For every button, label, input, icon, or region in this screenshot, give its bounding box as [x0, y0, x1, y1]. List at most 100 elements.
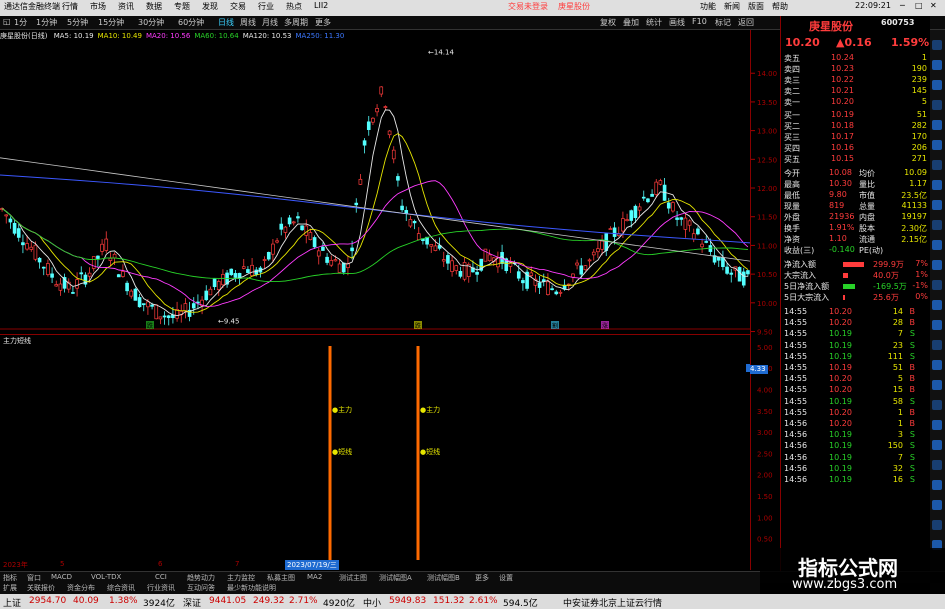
indicator-tab-3[interactable]: VOL-TDX: [91, 573, 121, 581]
menu-3[interactable]: 数据: [146, 1, 162, 12]
indicator-tab-1[interactable]: 窗口: [27, 573, 41, 583]
sidebar-tool-icon[interactable]: [932, 360, 942, 370]
indicator-tab-13[interactable]: 设置: [499, 573, 513, 583]
period-6[interactable]: 日线: [218, 17, 234, 28]
tool-3[interactable]: 画线: [669, 17, 685, 28]
info-tab-4[interactable]: 行业资讯: [147, 583, 175, 593]
menu-6[interactable]: 交易: [230, 1, 246, 12]
right-menu-0[interactable]: 功能: [700, 1, 716, 12]
sidebar-tool-icon[interactable]: [932, 100, 942, 110]
indicator-tab-0[interactable]: 指标: [3, 573, 17, 583]
stock-link[interactable]: 庚星股份: [558, 1, 590, 12]
period-3[interactable]: 15分钟: [98, 17, 124, 28]
indicator-tab-2[interactable]: MACD: [51, 573, 72, 581]
sidebar-tool-icon[interactable]: [932, 520, 942, 530]
menu-5[interactable]: 发现: [202, 1, 218, 12]
sidebar-tool-icon[interactable]: [932, 320, 942, 330]
sidebar-tool-icon[interactable]: [932, 480, 942, 490]
sidebar-tool-icon[interactable]: [932, 420, 942, 430]
indicator-tab-10[interactable]: 测试幅图A: [379, 573, 412, 583]
menu-0[interactable]: 行情: [62, 1, 78, 12]
info-tab-2[interactable]: 资金分布: [67, 583, 95, 593]
sub-indicator-panel[interactable]: 主力短线 ●主力 ●短线 ●主力 ●短线: [0, 334, 750, 560]
index-label[interactable]: 中小: [363, 596, 381, 609]
sidebar-tool-icon[interactable]: [932, 200, 942, 210]
menu-9[interactable]: LII2: [314, 1, 328, 10]
menu-1[interactable]: 市场: [90, 1, 106, 12]
indicator-tab-4[interactable]: CCI: [155, 573, 167, 581]
period-2[interactable]: 5分钟: [67, 17, 88, 28]
tool-6[interactable]: 返回: [738, 17, 754, 28]
kline-chart[interactable]: ←14.14 ←9.45 跌 跌 割 涨: [0, 43, 750, 330]
tool-1[interactable]: 叠加: [623, 17, 639, 28]
bid-row[interactable]: 买二 10.18 282: [781, 121, 931, 132]
bid-row[interactable]: 买四 10.16 206: [781, 143, 931, 154]
sidebar-tool-icon[interactable]: [932, 120, 942, 130]
indicator-tab-8[interactable]: MA2: [307, 573, 322, 581]
period-0[interactable]: 1分: [14, 17, 27, 28]
trade-login-link[interactable]: 交易未登录: [508, 1, 548, 12]
bid-row[interactable]: 买三 10.17 170: [781, 132, 931, 143]
info-tab-3[interactable]: 综合资讯: [107, 583, 135, 593]
sidebar-tool-icon[interactable]: [932, 500, 942, 510]
sidebar-tool-icon[interactable]: [932, 80, 942, 90]
sidebar-tool-icon[interactable]: [932, 220, 942, 230]
tool-0[interactable]: 复权: [600, 17, 616, 28]
sidebar-tool-icon[interactable]: [932, 300, 942, 310]
tool-5[interactable]: 标记: [715, 17, 731, 28]
menu-2[interactable]: 资讯: [118, 1, 134, 12]
sidebar-tool-icon[interactable]: [932, 40, 942, 50]
menu-7[interactable]: 行业: [258, 1, 274, 12]
info-tab-1[interactable]: 关联报价: [27, 583, 55, 593]
toolbar-back-icon[interactable]: ◱: [3, 17, 11, 26]
period-9[interactable]: 多周期: [284, 17, 308, 28]
ask-row[interactable]: 卖三 10.22 239: [781, 75, 931, 86]
indicator-tab-5[interactable]: 趋势动力: [187, 573, 215, 583]
sidebar-tool-icon[interactable]: [932, 340, 942, 350]
period-10[interactable]: 更多: [315, 17, 331, 28]
period-8[interactable]: 月线: [262, 17, 278, 28]
sidebar-tool-icon[interactable]: [932, 280, 942, 290]
right-menu-2[interactable]: 版面: [748, 1, 764, 12]
ask-row[interactable]: 卖二 10.21 145: [781, 86, 931, 97]
close-icon[interactable]: ✕: [930, 1, 937, 10]
right-menu-1[interactable]: 新闻: [724, 1, 740, 12]
bid-row[interactable]: 买一 10.19 51: [781, 110, 931, 121]
period-5[interactable]: 60分钟: [178, 17, 204, 28]
menu-4[interactable]: 专题: [174, 1, 190, 12]
period-4[interactable]: 30分钟: [138, 17, 164, 28]
indicator-tab-11[interactable]: 测试幅图B: [427, 573, 460, 583]
menu-8[interactable]: 热点: [286, 1, 302, 12]
index-label[interactable]: 深证: [183, 596, 201, 609]
indicator-tab-6[interactable]: 主力监控: [227, 573, 255, 583]
tool-2[interactable]: 统计: [646, 17, 662, 28]
sidebar-tool-icon[interactable]: [932, 440, 942, 450]
ask-row[interactable]: 卖一 10.20 5: [781, 97, 931, 108]
sidebar-tool-icon[interactable]: [932, 160, 942, 170]
right-menu-3[interactable]: 帮助: [772, 1, 788, 12]
time-month: 5: [60, 560, 65, 568]
sidebar-tool-icon[interactable]: [932, 460, 942, 470]
info-tab-0[interactable]: 扩展: [3, 583, 17, 593]
indicator-tab-9[interactable]: 测试主图: [339, 573, 367, 583]
maximize-icon[interactable]: □: [915, 1, 923, 10]
sidebar-tool-icon[interactable]: [932, 240, 942, 250]
index-label[interactable]: 上证: [3, 596, 21, 609]
indicator-tab-12[interactable]: 更多: [475, 573, 489, 583]
ask-row[interactable]: 卖五 10.24 1: [781, 53, 931, 64]
indicator-tab-7[interactable]: 私募主图: [267, 573, 295, 583]
sidebar-tool-icon[interactable]: [932, 140, 942, 150]
info-tab-5[interactable]: 互动问答: [187, 583, 215, 593]
sidebar-tool-icon[interactable]: [932, 400, 942, 410]
minimize-icon[interactable]: ─: [900, 1, 905, 10]
sidebar-tool-icon[interactable]: [932, 180, 942, 190]
period-1[interactable]: 1分钟: [36, 17, 57, 28]
info-tab-6[interactable]: 最少新功能说明: [227, 583, 276, 593]
ask-row[interactable]: 卖四 10.23 190: [781, 64, 931, 75]
sidebar-tool-icon[interactable]: [932, 260, 942, 270]
sidebar-tool-icon[interactable]: [932, 380, 942, 390]
bid-row[interactable]: 买五 10.15 271: [781, 154, 931, 165]
period-7[interactable]: 周线: [240, 17, 256, 28]
sidebar-tool-icon[interactable]: [932, 60, 942, 70]
tool-4[interactable]: F10: [692, 17, 707, 26]
